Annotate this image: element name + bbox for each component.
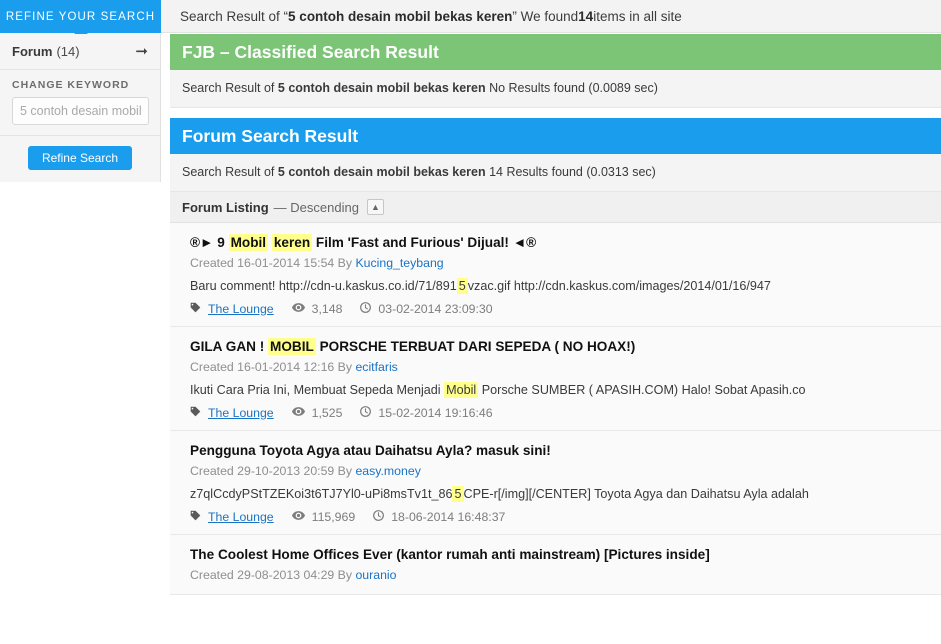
result-excerpt: Ikuti Cara Pria Ini, Membuat Sepeda Menj…	[190, 382, 806, 398]
forum-sub-query: 5 contoh desain mobil bekas keren	[277, 165, 486, 179]
refine-your-search-tab[interactable]: REFINE YOUR SEARCH	[0, 0, 161, 40]
result-created: Created 16-01-2014 12:16 By ecitfaris	[190, 358, 927, 376]
top-bar: REFINE YOUR SEARCH Search Result of “5 c…	[0, 0, 941, 40]
refine-tab-label: REFINE YOUR SEARCH	[5, 10, 156, 23]
result-meta: The Lounge 1,525 15-02-2014 19:16:46	[190, 406, 927, 420]
eye-icon	[291, 406, 305, 420]
sidebar-forum-label: Forum	[12, 44, 53, 59]
search-results-page: REFINE YOUR SEARCH Search Result of “5 c…	[0, 0, 941, 644]
forum-section-summary: Search Result of 5 contoh desain mobil b…	[170, 154, 941, 192]
summary-count: 14	[578, 9, 594, 24]
result-title[interactable]: The Coolest Home Offices Ever (kantor ru…	[190, 545, 927, 564]
fjb-sub-query: 5 contoh desain mobil bekas keren	[277, 81, 486, 95]
result-author-link[interactable]: ouranio	[355, 568, 396, 582]
forum-listing-title: Forum Listing	[182, 199, 269, 215]
result-meta: The Lounge 3,148 03-02-2014 23:09:30	[190, 302, 927, 316]
forum-listing-bar: Forum Listing — Descending ▲	[170, 192, 941, 223]
search-term-highlight: keren	[271, 234, 313, 251]
summary-suffix: items in all site	[593, 9, 682, 24]
change-keyword-label: CHANGE KEYWORD	[12, 79, 130, 91]
chevron-up-icon[interactable]: ▲	[366, 199, 384, 215]
result-forum-link[interactable]: The Lounge	[208, 406, 274, 420]
forum-results-list: ®► 9 Mobil keren Film 'Fast and Furious'…	[170, 223, 941, 595]
section-gap	[170, 108, 941, 118]
search-term-highlight: Mobil	[444, 382, 479, 398]
result-excerpt: Baru comment! http://cdn-u.kaskus.co.id/…	[190, 278, 771, 294]
clock-icon	[360, 406, 372, 420]
summary-middle: ” We found	[512, 9, 579, 24]
sidebar-forum-count: (14)	[56, 44, 80, 59]
refine-button-wrap: Refine Search	[0, 136, 160, 182]
tag-icon	[190, 302, 201, 316]
result-created: Created 16-01-2014 15:54 By Kucing_teyba…	[190, 254, 927, 272]
eye-icon	[291, 302, 305, 316]
fjb-sub-result: No Results found (0.0089 sec)	[485, 81, 658, 95]
tag-icon	[190, 406, 201, 420]
search-term-highlight: MOBIL	[268, 338, 316, 355]
refine-sidebar: Forum (14) ➞ CHANGE KEYWORD Refine Searc…	[0, 34, 161, 182]
clock-icon	[360, 302, 372, 316]
search-term-highlight: 5	[452, 486, 464, 502]
forum-sub-result: 14 Results found (0.0313 sec)	[485, 165, 656, 179]
summary-query: 5 contoh desain mobil bekas keren	[288, 9, 513, 24]
result-item[interactable]: GILA GAN ! MOBIL PORSCHE TERBUAT DARI SE…	[170, 327, 941, 431]
result-item[interactable]: ®► 9 Mobil keren Film 'Fast and Furious'…	[170, 223, 941, 327]
main-content: FJB – Classified Search Result Search Re…	[170, 34, 941, 644]
result-item[interactable]: The Coolest Home Offices Ever (kantor ru…	[170, 535, 941, 595]
tag-icon	[190, 510, 201, 524]
arrow-right-icon: ➞	[135, 43, 148, 60]
result-created-label: Created 29-08-2013 04:29 By	[190, 568, 356, 582]
search-term-highlight: Mobil	[228, 234, 269, 251]
sidebar-item-forum[interactable]: Forum (14) ➞	[0, 34, 160, 70]
result-created-label: Created 29-10-2013 20:59 By	[190, 464, 356, 478]
result-title[interactable]: ®► 9 Mobil keren Film 'Fast and Furious'…	[190, 233, 927, 252]
result-created-label: Created 16-01-2014 15:54 By	[190, 256, 356, 270]
result-excerpt: z7qlCcdyPStTZEKoi3t6TJ7Yl0-uPi8msTv1t_86…	[190, 486, 809, 502]
result-meta: The Lounge 115,969 18-06-2014 16:48:37	[190, 510, 927, 524]
result-author-link[interactable]: easy.money	[355, 464, 420, 478]
result-forum-link[interactable]: The Lounge	[208, 510, 274, 524]
clock-icon	[373, 510, 385, 524]
forum-header-label: Forum Search Result	[182, 125, 359, 146]
keyword-input[interactable]	[12, 97, 149, 125]
result-author-link[interactable]: ecitfaris	[355, 360, 397, 374]
result-timestamp: 15-02-2014 19:16:46	[378, 406, 493, 420]
result-title[interactable]: Pengguna Toyota Agya atau Daihatsu Ayla?…	[190, 441, 927, 460]
eye-icon	[291, 510, 305, 524]
result-views: 115,969	[311, 510, 356, 524]
fjb-section-summary: Search Result of 5 contoh desain mobil b…	[170, 70, 941, 108]
result-views: 1,525	[311, 406, 343, 420]
search-result-summary: Search Result of “5 contoh desain mobil …	[180, 0, 682, 33]
result-created: Created 29-10-2013 20:59 By easy.money	[190, 462, 927, 480]
change-keyword-section: CHANGE KEYWORD	[0, 70, 160, 136]
result-views: 3,148	[311, 302, 343, 316]
fjb-sub-prefix: Search Result of	[182, 81, 278, 95]
forum-section-header: Forum Search Result	[170, 118, 941, 154]
result-forum-link[interactable]: The Lounge	[208, 302, 274, 316]
result-item[interactable]: Pengguna Toyota Agya atau Daihatsu Ayla?…	[170, 431, 941, 535]
result-created: Created 29-08-2013 04:29 By ouranio	[190, 566, 927, 584]
fjb-header-label: FJB – Classified Search Result	[182, 41, 439, 62]
refine-search-button[interactable]: Refine Search	[27, 146, 133, 170]
result-timestamp: 03-02-2014 23:09:30	[378, 302, 493, 316]
forum-sub-prefix: Search Result of	[182, 165, 278, 179]
result-created-label: Created 16-01-2014 12:16 By	[190, 360, 356, 374]
result-title[interactable]: GILA GAN ! MOBIL PORSCHE TERBUAT DARI SE…	[190, 337, 927, 356]
result-timestamp: 18-06-2014 16:48:37	[391, 510, 506, 524]
fjb-section-header: FJB – Classified Search Result	[170, 34, 941, 70]
search-term-highlight: 5	[456, 278, 468, 294]
result-author-link[interactable]: Kucing_teybang	[355, 256, 443, 270]
summary-prefix: Search Result of “	[180, 9, 289, 24]
forum-listing-order: — Descending	[273, 199, 359, 215]
